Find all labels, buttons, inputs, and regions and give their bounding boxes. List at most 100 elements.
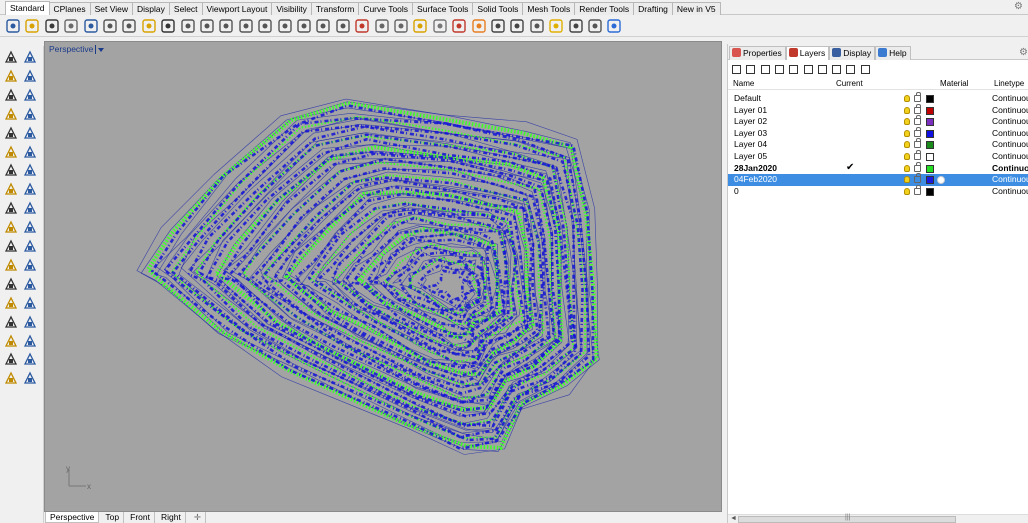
lock-icon[interactable] bbox=[914, 150, 921, 160]
color-wheel-icon[interactable] bbox=[470, 17, 488, 35]
move-icon[interactable] bbox=[3, 219, 19, 235]
lock-icon[interactable] bbox=[914, 115, 921, 126]
dimension-icon[interactable] bbox=[547, 17, 565, 35]
ellipse-icon[interactable] bbox=[3, 125, 19, 141]
pan-icon[interactable] bbox=[179, 17, 197, 35]
zoom-extents-icon[interactable] bbox=[256, 17, 274, 35]
lock-icon[interactable] bbox=[334, 17, 352, 35]
split-icon[interactable] bbox=[22, 238, 38, 254]
lock-icon[interactable] bbox=[914, 161, 921, 172]
scroll-left-icon[interactable]: ◄ bbox=[730, 515, 737, 522]
layer-linetype[interactable]: Continuous bbox=[992, 105, 1028, 115]
material-icon[interactable] bbox=[937, 176, 945, 185]
layer-color-swatch[interactable] bbox=[926, 95, 934, 103]
layer-linetype[interactable]: Continuous bbox=[992, 139, 1028, 149]
lock-icon[interactable] bbox=[914, 173, 921, 184]
material-icon[interactable] bbox=[528, 17, 546, 35]
circle-icon[interactable] bbox=[3, 87, 19, 103]
save-icon[interactable] bbox=[43, 17, 61, 35]
ribbon-options-gear-icon[interactable]: ⚙ bbox=[1014, 1, 1026, 13]
layer-row[interactable]: 0 Continuous bbox=[728, 184, 1028, 198]
view-tab-perspective[interactable]: Perspective bbox=[45, 512, 100, 523]
ribbon-tab-transform[interactable]: Transform bbox=[310, 2, 360, 15]
lock-icon[interactable] bbox=[914, 138, 921, 149]
viewport-menu-caret-icon[interactable] bbox=[95, 45, 104, 54]
text-icon[interactable] bbox=[3, 276, 19, 292]
undo-icon[interactable] bbox=[159, 17, 177, 35]
lock-icon[interactable] bbox=[914, 103, 921, 114]
view-tab-right[interactable]: Right bbox=[157, 512, 186, 523]
polygon-icon[interactable] bbox=[3, 106, 19, 122]
panel-options-gear-icon[interactable]: ⚙ bbox=[1019, 47, 1028, 58]
column-current[interactable]: Current bbox=[836, 79, 863, 88]
add-view-tab-icon[interactable]: ✛ bbox=[190, 512, 206, 523]
light-icon[interactable] bbox=[411, 17, 429, 35]
zoom-selected-icon[interactable] bbox=[276, 17, 294, 35]
polyline-icon[interactable] bbox=[3, 68, 19, 84]
ribbon-tab-drafting[interactable]: Drafting bbox=[633, 2, 673, 15]
dimension-icon[interactable] bbox=[22, 276, 38, 292]
ribbon-tab-select[interactable]: Select bbox=[168, 2, 203, 15]
layer-color-swatch[interactable] bbox=[926, 153, 934, 161]
ribbon-tab-cplanes[interactable]: CPlanes bbox=[48, 2, 91, 15]
analyze-icon[interactable] bbox=[22, 333, 38, 349]
curvature-icon[interactable] bbox=[3, 370, 19, 386]
select-icon[interactable] bbox=[3, 49, 19, 65]
visibility-bulb-icon[interactable] bbox=[904, 153, 910, 160]
rotate-icon[interactable] bbox=[198, 17, 216, 35]
surface-edit-icon[interactable] bbox=[22, 144, 38, 160]
delete-layer-icon[interactable] bbox=[760, 64, 771, 75]
solid-edit-icon[interactable] bbox=[22, 181, 38, 197]
viewport-layout-icon[interactable] bbox=[314, 17, 332, 35]
column-material[interactable]: Material bbox=[940, 79, 968, 88]
layer-name[interactable]: Layer 05 bbox=[734, 151, 767, 161]
layer-color-swatch[interactable] bbox=[926, 118, 934, 127]
render-sphere-icon[interactable] bbox=[489, 17, 507, 35]
print-icon[interactable] bbox=[62, 17, 80, 35]
check-icon[interactable] bbox=[22, 351, 38, 367]
layer-name[interactable]: 28Jan2020 bbox=[734, 163, 777, 173]
box-edit-icon[interactable] bbox=[3, 314, 19, 330]
arc-icon[interactable] bbox=[22, 87, 38, 103]
horizontal-scrollbar[interactable]: ◄ ||| bbox=[728, 514, 1028, 523]
ribbon-tab-render-tools[interactable]: Render Tools bbox=[574, 2, 635, 15]
layer-name[interactable]: Default bbox=[734, 93, 761, 103]
layer-row[interactable]: Default Continuous bbox=[728, 92, 1028, 105]
paint-icon[interactable] bbox=[22, 370, 38, 386]
layer-row[interactable]: 28Jan2020 ✔ Continuous bbox=[728, 161, 1028, 175]
panel-tab-properties[interactable]: Properties bbox=[729, 46, 786, 60]
settings-icon[interactable] bbox=[567, 17, 585, 35]
visibility-bulb-icon[interactable] bbox=[904, 176, 910, 184]
rectangle-icon[interactable] bbox=[22, 106, 38, 122]
layer-row[interactable]: 04Feb2020 Continuous bbox=[728, 173, 1028, 186]
block-icon[interactable] bbox=[22, 295, 38, 311]
ribbon-tab-surface-tools[interactable]: Surface Tools bbox=[412, 2, 474, 15]
layer-name[interactable]: Layer 01 bbox=[734, 105, 767, 115]
cut-icon[interactable] bbox=[101, 17, 119, 35]
viewport-title[interactable]: Perspective bbox=[49, 44, 93, 54]
view-tab-top[interactable]: Top bbox=[101, 512, 125, 523]
sphere-icon[interactable] bbox=[22, 162, 38, 178]
align-icon[interactable] bbox=[22, 314, 38, 330]
undo-view-icon[interactable] bbox=[295, 17, 313, 35]
help-icon[interactable] bbox=[605, 17, 623, 35]
layer-linetype[interactable]: Continuous bbox=[992, 151, 1028, 161]
layer-row[interactable]: Layer 04 Continuous bbox=[728, 138, 1028, 151]
render-mesh-icon[interactable] bbox=[3, 351, 19, 367]
box-icon[interactable] bbox=[3, 162, 19, 178]
layer-linetype[interactable]: Continuous bbox=[992, 163, 1028, 173]
visibility-bulb-icon[interactable] bbox=[904, 106, 910, 114]
visibility-bulb-icon[interactable] bbox=[904, 118, 910, 126]
layer-row[interactable]: Layer 01 Continuous bbox=[728, 103, 1028, 117]
layer-name[interactable]: Layer 02 bbox=[734, 116, 767, 126]
layer-row[interactable]: Layer 03 Continuous bbox=[728, 126, 1028, 140]
tools-icon[interactable] bbox=[845, 64, 856, 75]
move-down-icon[interactable] bbox=[788, 64, 799, 75]
curve-icon[interactable] bbox=[22, 68, 38, 84]
ribbon-tab-display[interactable]: Display bbox=[132, 2, 170, 15]
layer-color-swatch[interactable] bbox=[926, 106, 934, 115]
trim-icon[interactable] bbox=[3, 257, 19, 273]
layer-name[interactable]: 0 bbox=[734, 186, 739, 196]
new-sublayer-icon[interactable] bbox=[745, 64, 756, 75]
surface-icon[interactable] bbox=[3, 144, 19, 160]
